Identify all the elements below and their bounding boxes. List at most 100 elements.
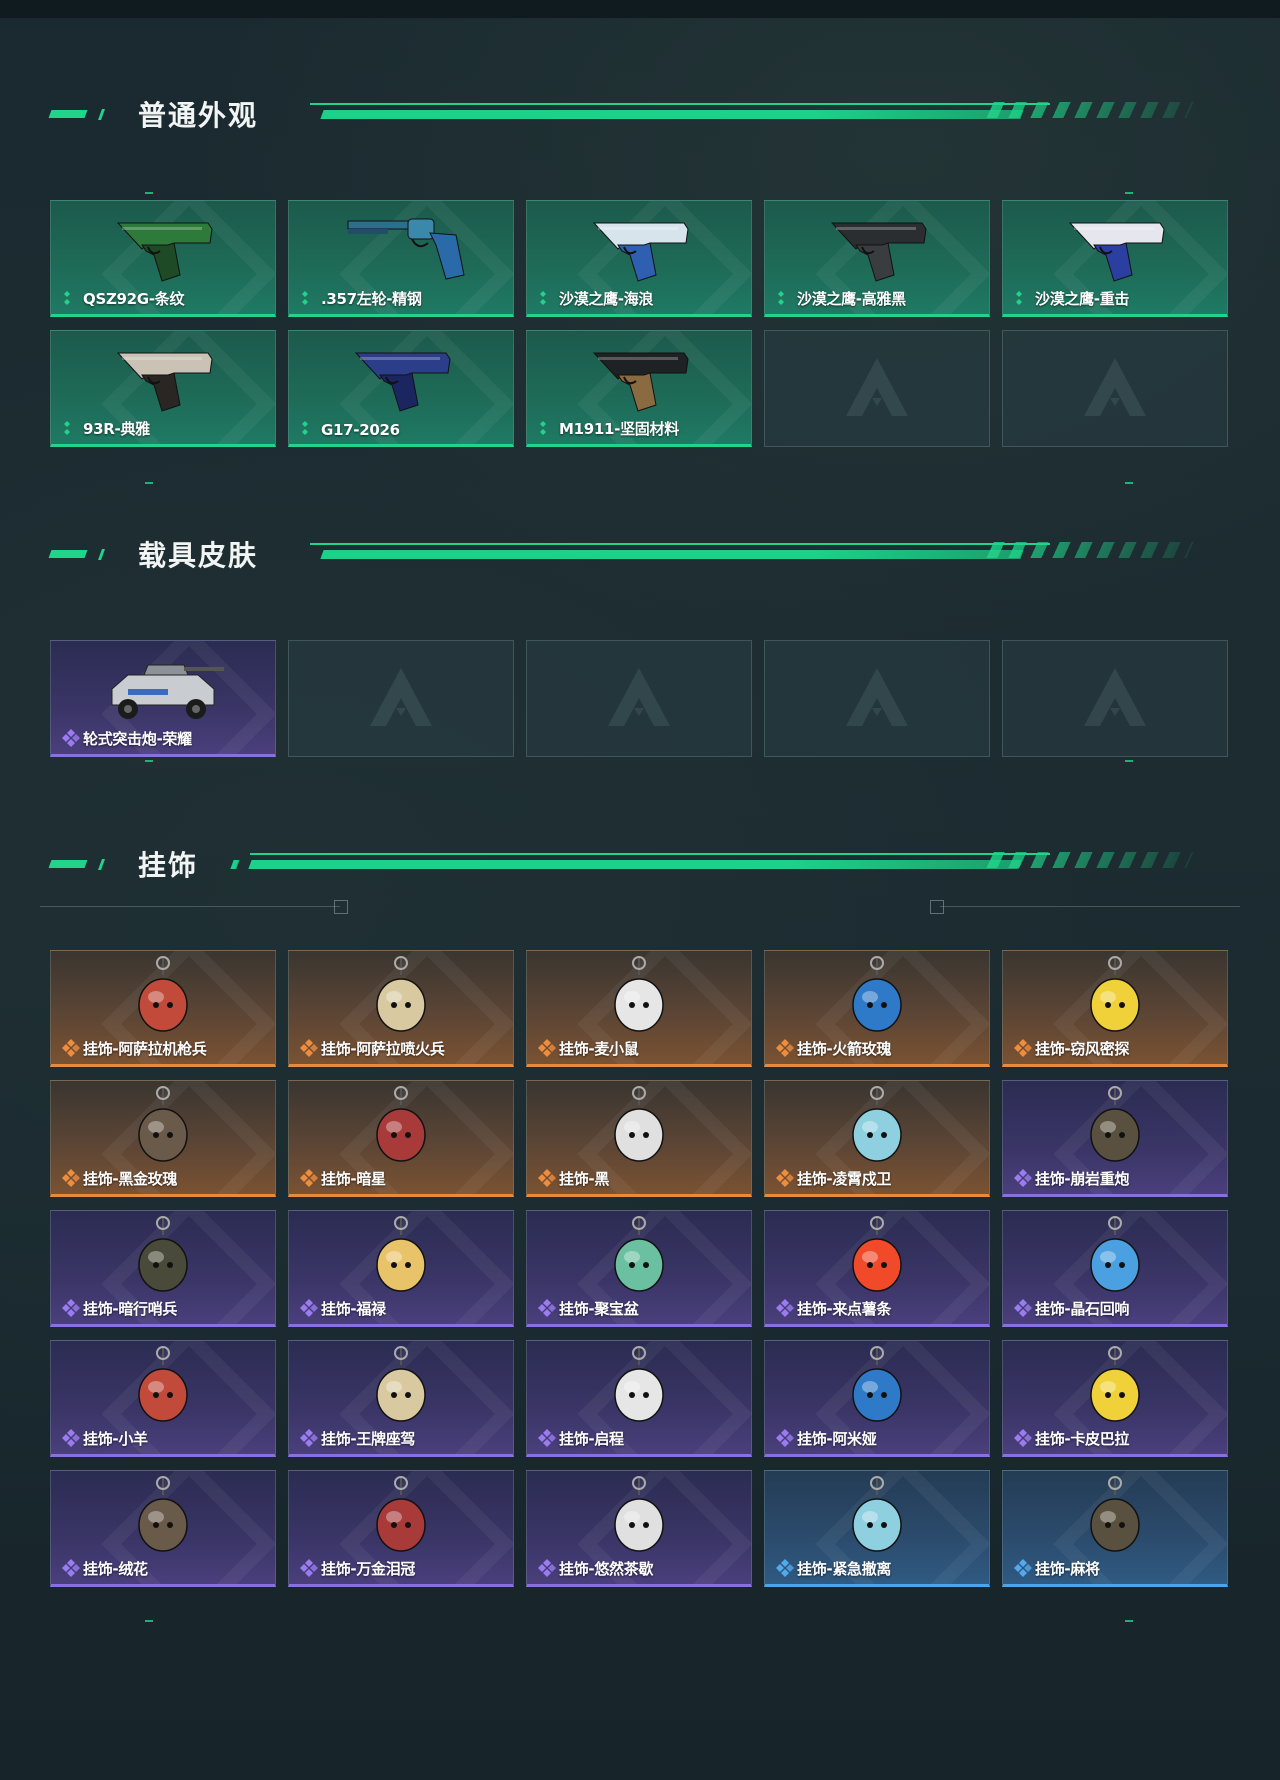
item-label: 挂饰-来点薯条 xyxy=(797,1300,892,1318)
item-card[interactable]: 挂饰-启程 xyxy=(526,1340,752,1457)
charm-dark-star-icon xyxy=(376,1086,426,1162)
assault-vehicle-icon xyxy=(111,664,224,719)
rarity-icon xyxy=(302,291,308,305)
item-card[interactable]: 沙漠之鹰-海浪 xyxy=(526,200,752,317)
desert-eagle-black-icon xyxy=(830,222,927,282)
item-card[interactable]: QSZ92G-条纹 xyxy=(50,200,276,317)
item-card[interactable]: .357左轮-精钢 xyxy=(288,200,514,317)
header-dash xyxy=(97,549,106,560)
rarity-icon xyxy=(300,1429,318,1447)
item-label: 沙漠之鹰-高雅黑 xyxy=(797,290,906,308)
item-card[interactable]: G17-2026 xyxy=(288,330,514,447)
item-card[interactable]: 挂饰-阿米娅 xyxy=(764,1340,990,1457)
rarity-icon xyxy=(300,1299,318,1317)
item-label: 沙漠之鹰-重击 xyxy=(1035,290,1130,308)
item-card[interactable]: 挂饰-万金泪冠 xyxy=(288,1470,514,1587)
header-dash xyxy=(97,859,106,870)
rarity-icon xyxy=(1014,1039,1032,1057)
item-label: 挂饰-启程 xyxy=(559,1430,624,1448)
charm-rocket-rose-icon xyxy=(852,956,902,1032)
rarity-icon xyxy=(538,1429,556,1447)
charm-gunner-icon xyxy=(138,956,188,1032)
item-card[interactable]: 挂饰-暗行哨兵 xyxy=(50,1210,276,1327)
item-label: 挂饰-暗星 xyxy=(321,1170,386,1188)
item-card[interactable]: 挂饰-小羊 xyxy=(50,1340,276,1457)
hud-line xyxy=(40,906,340,907)
item-card[interactable]: 挂饰-阿萨拉机枪兵 xyxy=(50,950,276,1067)
item-card[interactable]: 挂饰-火箭玫瑰 xyxy=(764,950,990,1067)
item-card[interactable]: 挂饰-黑金玫瑰 xyxy=(50,1080,276,1197)
rarity-icon xyxy=(540,421,546,435)
rarity-icon xyxy=(776,1429,794,1447)
item-card[interactable]: M1911-坚固材料 xyxy=(526,330,752,447)
item-card[interactable]: 挂饰-阿萨拉喷火兵 xyxy=(288,950,514,1067)
item-label: 挂饰-福禄 xyxy=(321,1300,386,1318)
item-label: 挂饰-窃风密探 xyxy=(1035,1040,1130,1058)
header-checker xyxy=(986,542,1194,558)
item-card[interactable]: 挂饰-窃风密探 xyxy=(1002,950,1228,1067)
item-label: 挂饰-阿萨拉机枪兵 xyxy=(83,1040,207,1058)
header-dash xyxy=(48,860,88,868)
header-checker xyxy=(986,852,1194,868)
charm-fortune-icon xyxy=(376,1216,426,1292)
charm-black-icon xyxy=(614,1086,664,1162)
rarity-icon xyxy=(300,1039,318,1057)
item-label: 挂饰-黑 xyxy=(559,1170,610,1188)
item-card[interactable]: 挂饰-绒花 xyxy=(50,1470,276,1587)
pistol-m1911-icon xyxy=(592,352,689,412)
charm-jet-icon xyxy=(376,1346,426,1422)
empty-slot xyxy=(1002,330,1228,447)
charm-departure-icon xyxy=(614,1346,664,1422)
rarity-icon xyxy=(62,1039,80,1057)
header-line xyxy=(310,103,1050,105)
item-card[interactable]: 93R-典雅 xyxy=(50,330,276,447)
item-card[interactable]: 沙漠之鹰-高雅黑 xyxy=(764,200,990,317)
rarity-icon xyxy=(64,421,70,435)
item-label: 挂饰-阿米娅 xyxy=(797,1430,877,1448)
empty-slot xyxy=(526,640,752,757)
item-card[interactable]: 挂饰-晶石回响 xyxy=(1002,1210,1228,1327)
corner-tick xyxy=(145,1620,153,1622)
rarity-icon xyxy=(538,1559,556,1577)
charm-velvet-flower-icon xyxy=(138,1476,188,1552)
rarity-icon xyxy=(62,1559,80,1577)
item-label: 挂饰-暗行哨兵 xyxy=(83,1300,178,1318)
charm-treasure-bowl-icon xyxy=(614,1216,664,1292)
section-header: 挂饰 xyxy=(0,849,1280,890)
empty-slot-logo-icon xyxy=(846,357,908,416)
rarity-icon xyxy=(776,1169,794,1187)
header-line xyxy=(250,853,1050,855)
item-card[interactable]: 挂饰-麻将 xyxy=(1002,1470,1228,1587)
item-card[interactable]: 挂饰-麦小鼠 xyxy=(526,950,752,1067)
hud-square xyxy=(930,900,944,914)
item-card[interactable]: 挂饰-王牌座驾 xyxy=(288,1340,514,1457)
item-label: 挂饰-火箭玫瑰 xyxy=(797,1040,892,1058)
item-card[interactable]: 挂饰-卡皮巴拉 xyxy=(1002,1340,1228,1457)
item-card[interactable]: 挂饰-福禄 xyxy=(288,1210,514,1327)
empty-slot xyxy=(764,330,990,447)
item-card[interactable]: 挂饰-暗星 xyxy=(288,1080,514,1197)
item-card[interactable]: 挂饰-来点薯条 xyxy=(764,1210,990,1327)
header-line xyxy=(310,543,1050,545)
charm-evac-icon xyxy=(852,1476,902,1552)
rarity-icon xyxy=(62,729,80,747)
item-card[interactable]: 挂饰-聚宝盆 xyxy=(526,1210,752,1327)
item-card[interactable]: 轮式突击炮-荣耀 xyxy=(50,640,276,757)
section-title: 普通外观 xyxy=(138,99,259,132)
item-card[interactable]: 挂饰-凌霄戍卫 xyxy=(764,1080,990,1197)
desert-eagle-wave-icon xyxy=(592,222,689,282)
rarity-icon xyxy=(776,1039,794,1057)
section-title: 载具皮肤 xyxy=(138,539,259,572)
header-bar xyxy=(248,860,1022,869)
item-label: 挂饰-聚宝盆 xyxy=(559,1300,639,1318)
rarity-icon xyxy=(538,1299,556,1317)
item-label: 沙漠之鹰-海浪 xyxy=(559,290,654,308)
item-card[interactable]: 挂饰-紧急撤离 xyxy=(764,1470,990,1587)
item-card[interactable]: 沙漠之鹰-重击 xyxy=(1002,200,1228,317)
item-card[interactable]: 挂饰-悠然茶歇 xyxy=(526,1470,752,1587)
item-card[interactable]: 挂饰-黑 xyxy=(526,1080,752,1197)
section-normal-skins: 普通外观 QSZ92G-条纹 .357左轮-精钢 沙漠之鹰-海浪 沙漠之鹰-高雅黑 沙漠… xyxy=(0,99,1280,484)
section-header: 普通外观 xyxy=(0,99,1280,140)
item-card[interactable]: 挂饰-崩岩重炮 xyxy=(1002,1080,1228,1197)
header-dash xyxy=(48,110,88,118)
